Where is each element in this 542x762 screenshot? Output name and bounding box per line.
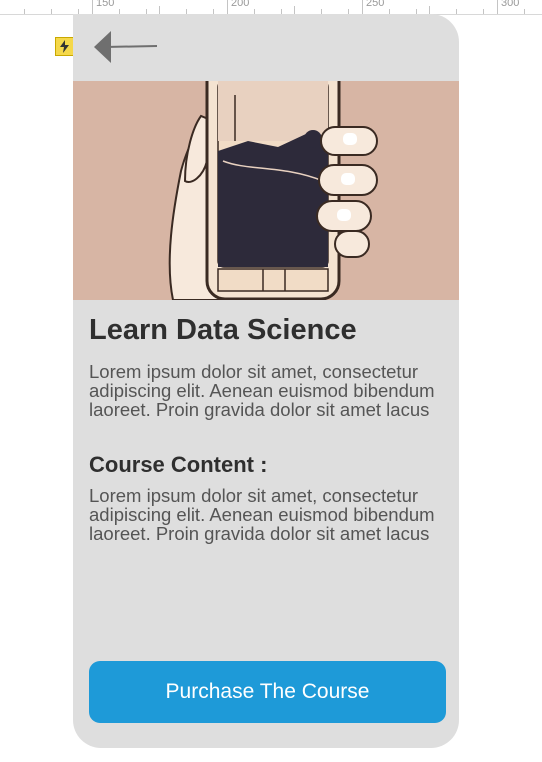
course-title: Learn Data Science [89,314,357,346]
ruler-label-250: 250 [366,0,385,9]
back-button[interactable] [91,28,161,68]
ruler-label-150: 150 [96,0,115,9]
ruler-label-300: 300 [501,0,520,9]
ruler-ticks [24,0,525,14]
ruler-label-200: 200 [231,0,250,9]
top-ruler: 150 200 250 300 [0,0,542,15]
course-content-heading: Course Content : [89,452,268,477]
course-description: Lorem ipsum dolor sit amet, consectetur … [89,361,435,420]
course-hero-image [73,81,459,300]
lightning-icon[interactable] [55,37,74,56]
course-content-text: Lorem ipsum dolor sit amet, consectetur … [89,485,435,544]
purchase-course-button[interactable]: Purchase The Course [89,661,446,723]
course-screen: Learn Data Science Lorem ipsum dolor sit… [73,14,459,748]
arrow-left-icon [94,31,158,63]
